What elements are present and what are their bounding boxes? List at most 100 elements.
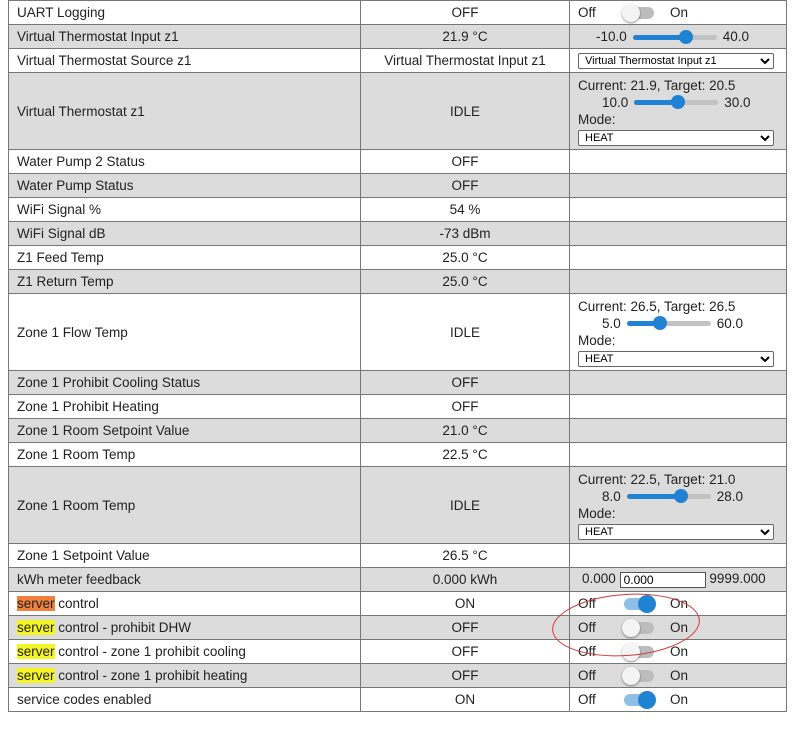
switch-off-label: Off [578, 620, 596, 635]
table-row: Virtual Thermostat Input z1 21.9 °C -10.0 4… [8, 24, 787, 49]
current-target-text: Current: 21.9, Target: 20.5 [578, 77, 736, 93]
entity-control-cell [569, 221, 787, 246]
mode-select[interactable]: HEAT [578, 523, 774, 540]
slider-min-label: 10.0 [602, 94, 629, 110]
source-select[interactable]: Virtual Thermostat Input z1 [578, 53, 774, 69]
switch-on-label: On [670, 668, 689, 683]
switch-off-label: Off [578, 596, 596, 611]
switch-on-label: On [670, 596, 689, 611]
table-row: Zone 1 Room Temp IDLE Current: 22.5, Targe… [8, 466, 787, 544]
table-row: Water Pump Status OFF [8, 173, 787, 198]
entity-name-cell: Zone 1 Room Temp [8, 442, 361, 467]
entity-state-cell: IDLE [360, 466, 570, 544]
entity-control-cell [569, 543, 787, 568]
switch-off-label: Off [578, 692, 596, 707]
toggle-switch[interactable] [622, 3, 654, 22]
entity-control-cell [569, 370, 787, 395]
entity-control-cell: Off On [569, 663, 787, 688]
entity-name-cell: service codes enabled [8, 687, 361, 712]
toggle-switch[interactable] [622, 666, 654, 685]
toggle-switch[interactable] [624, 690, 656, 709]
slider-thumb[interactable] [674, 489, 689, 504]
mode-select[interactable]: HEAT [578, 350, 774, 367]
entity-name-rest: control [54, 596, 99, 611]
slider-min-label: 8.0 [602, 488, 621, 504]
entity-state-cell: OFF [360, 370, 570, 395]
toggle-knob [622, 666, 640, 685]
entity-state-cell: OFF [360, 173, 570, 198]
entity-name-cell: server control [8, 591, 361, 616]
toggle-switch-control[interactable]: Off On [578, 642, 688, 661]
entity-name-cell: Virtual Thermostat z1 [8, 72, 361, 150]
entity-state-cell: OFF [360, 394, 570, 419]
entity-state-cell: OFF [360, 615, 570, 640]
toggle-switch-control[interactable]: Off On [578, 618, 689, 637]
table-row: Zone 1 Flow Temp IDLE Current: 26.5, Targe… [8, 293, 787, 371]
entity-name-rest: control - zone 1 prohibit heating [54, 668, 248, 683]
number-input[interactable] [619, 571, 706, 588]
entity-state-cell: 26.5 °C [360, 543, 570, 568]
highlighted-text: server [17, 620, 55, 635]
slider-control: -10.0 40.0 [578, 29, 749, 44]
entity-control-cell: 0.000 9999.000 [569, 567, 787, 592]
toggle-switch-control[interactable]: Off On [578, 594, 689, 613]
range-slider[interactable] [626, 489, 711, 504]
toggle-switch-control[interactable]: Off On [578, 666, 689, 685]
slider-control: 5.0 60.0 [602, 316, 743, 331]
entity-name-cell: Zone 1 Flow Temp [8, 293, 361, 371]
slider-thumb[interactable] [652, 316, 667, 331]
range-slider[interactable] [626, 316, 711, 331]
toggle-switch[interactable] [624, 594, 656, 613]
switch-on-label: On [670, 620, 689, 635]
switch-on-label: On [670, 5, 689, 20]
toggle-switch[interactable] [622, 618, 654, 637]
table-row: Zone 1 Prohibit Cooling Status OFF [8, 370, 787, 395]
entity-control-cell: Off On [569, 687, 787, 712]
table-row: UART Logging OFF Off On [8, 0, 787, 25]
slider-fill [626, 494, 682, 500]
toggle-switch-control[interactable]: Off On [578, 690, 689, 709]
entity-control-cell: Off On [569, 0, 787, 25]
table-row: WiFi Signal dB -73 dBm [8, 221, 787, 246]
table-row: server control ON Off On [8, 591, 787, 616]
entity-name-cell: Zone 1 Room Temp [8, 466, 361, 544]
slider-max-label: 28.0 [716, 488, 744, 504]
mode-select[interactable]: HEAT [578, 129, 774, 146]
mode-label: Mode: [578, 505, 616, 521]
entity-name-cell: Virtual Thermostat Source z1 [8, 48, 361, 73]
entity-name-cell: Water Pump 2 Status [8, 149, 361, 174]
entity-name-cell: Zone 1 Room Setpoint Value [8, 418, 361, 443]
table-row: Zone 1 Setpoint Value 26.5 °C [8, 543, 787, 568]
entity-state-cell: ON [360, 687, 570, 712]
entity-state-cell: 0.000 kWh [360, 567, 570, 592]
range-slider[interactable] [632, 29, 717, 44]
table-row: WiFi Signal % 54 % [8, 197, 787, 222]
toggle-switch-control[interactable]: Off On [578, 3, 689, 22]
entity-control-cell: Current: 21.9, Target: 20.5 10.0 30.0 Mode:… [569, 72, 787, 150]
entity-control-cell: -10.0 40.0 [569, 24, 787, 49]
entity-name-cell: WiFi Signal dB [8, 221, 361, 246]
table-row: Virtual Thermostat z1 IDLE Current: 21.9, … [8, 72, 787, 150]
toggle-switch[interactable] [622, 642, 654, 661]
highlighted-text: server [17, 596, 55, 611]
entity-control-cell [569, 394, 787, 419]
entity-name-cell: UART Logging [8, 0, 361, 25]
switch-on-label: On [670, 692, 689, 707]
entity-state-cell: 25.0 °C [360, 269, 570, 294]
mode-label: Mode: [578, 111, 616, 127]
slider-fill [632, 34, 687, 40]
entity-control-cell: Current: 22.5, Target: 21.0 8.0 28.0 Mode: H… [569, 466, 787, 544]
entity-name-cell: Z1 Return Temp [8, 269, 361, 294]
table-row: kWh meter feedback0.000 kWh 0.000 9999.00… [8, 567, 787, 592]
slider-thumb[interactable] [679, 29, 694, 44]
entity-state-cell: OFF [360, 149, 570, 174]
slider-max-label: 60.0 [716, 315, 744, 331]
entity-state-cell: OFF [360, 663, 570, 688]
entity-state-cell: 25.0 °C [360, 245, 570, 270]
range-slider[interactable] [634, 95, 719, 110]
toggle-knob [638, 594, 656, 613]
entity-control-cell [569, 418, 787, 443]
slider-thumb[interactable] [671, 95, 686, 110]
slider-max-label: 30.0 [724, 94, 751, 110]
current-target-text: Current: 22.5, Target: 21.0 [578, 471, 736, 487]
